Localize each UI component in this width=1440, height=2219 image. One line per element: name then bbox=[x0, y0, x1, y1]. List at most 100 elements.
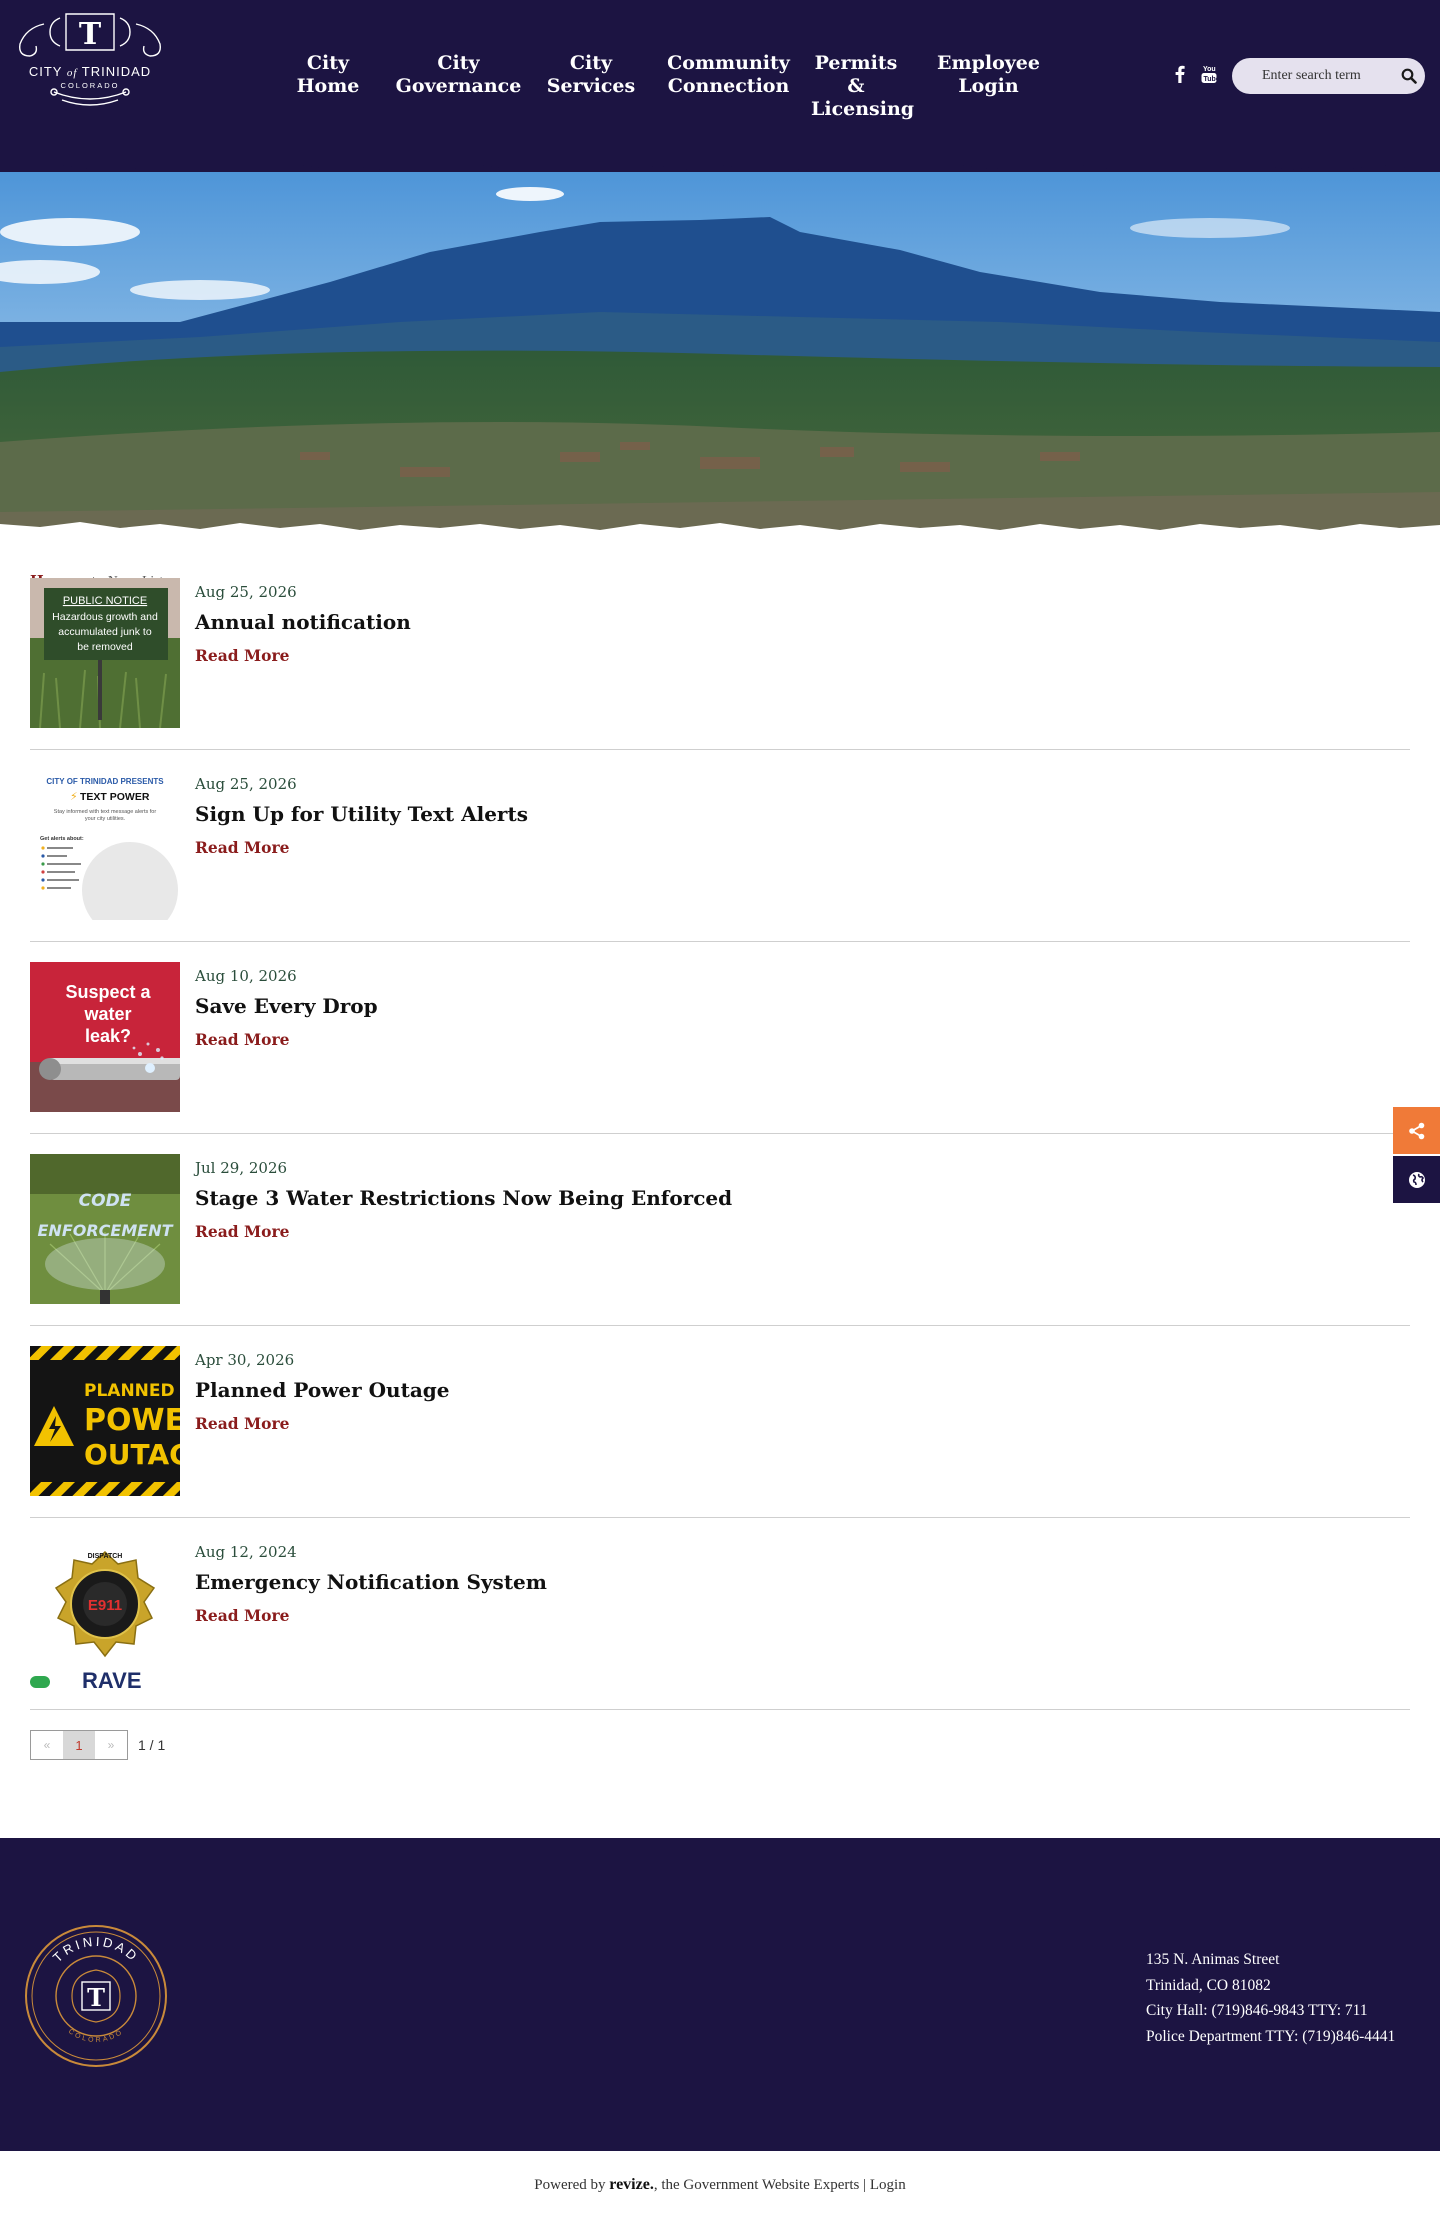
nav-city-services[interactable]: City Services bbox=[536, 52, 646, 121]
pagination-next-button[interactable]: » bbox=[95, 1731, 127, 1759]
news-item: PUBLIC NOTICE Hazardous growth and accum… bbox=[30, 578, 1410, 750]
main-nav: City Home City Governance City Services … bbox=[275, 52, 1076, 121]
svg-text:accumulated junk to: accumulated junk to bbox=[58, 626, 152, 638]
svg-text:PUBLIC NOTICE: PUBLIC NOTICE bbox=[63, 595, 147, 607]
news-title-link[interactable]: Annual notification bbox=[195, 610, 411, 634]
city-hall-phone: City Hall: (719)846-9843 TTY: 711 bbox=[1146, 2002, 1368, 2019]
news-item: DISPATCH E911 RAVE Aug 12, 2024 Emergenc… bbox=[30, 1518, 1410, 1710]
svg-text:leak?: leak? bbox=[85, 1026, 131, 1046]
news-title-link[interactable]: Planned Power Outage bbox=[195, 1378, 450, 1402]
pagination-controls: « 1 » bbox=[30, 1730, 128, 1760]
news-text: Jul 29, 2026 Stage 3 Water Restrictions … bbox=[195, 1158, 732, 1242]
read-more-link[interactable]: Read More bbox=[195, 1222, 290, 1242]
news-list-page: Home News List PUB bbox=[0, 572, 1440, 1760]
water-leak-image[interactable]: Suspect a water leak? bbox=[30, 962, 180, 1112]
svg-text:⚡: ⚡ bbox=[70, 790, 78, 803]
read-more-link[interactable]: Read More bbox=[195, 838, 290, 858]
nav-community-connection[interactable]: Community Connection bbox=[646, 52, 811, 121]
news-date: Aug 12, 2024 bbox=[195, 1543, 297, 1561]
svg-text:E911: E911 bbox=[88, 1597, 122, 1614]
svg-text:your city utilities.: your city utilities. bbox=[85, 816, 126, 822]
dispatch-badge-image[interactable]: DISPATCH E911 RAVE bbox=[30, 1538, 180, 1688]
city-logo[interactable]: T CITY of TRINIDAD COLORADO bbox=[14, 10, 166, 118]
svg-text:CODE: CODE bbox=[79, 1191, 132, 1211]
youtube-icon[interactable]: You Tube bbox=[1199, 62, 1219, 86]
svg-text:CITY of TRINIDAD: CITY of TRINIDAD bbox=[29, 64, 151, 79]
site-footer: T TRINIDAD COLORADO 135 N. Animas Street… bbox=[0, 1838, 1440, 2151]
pagination-prev-button[interactable]: « bbox=[31, 1731, 63, 1759]
news-title-link[interactable]: Sign Up for Utility Text Alerts bbox=[195, 802, 528, 826]
svg-text:ENFORCEMENT: ENFORCEMENT bbox=[38, 1221, 174, 1240]
news-item: PLANNED POWE OUTAG Apr 30, 2026 Planned … bbox=[30, 1326, 1410, 1518]
search-icon[interactable] bbox=[1401, 68, 1417, 84]
address-city: Trinidad, CO 81082 bbox=[1146, 1976, 1271, 1994]
search-box bbox=[1232, 58, 1425, 94]
svg-text:DISPATCH: DISPATCH bbox=[88, 1553, 123, 1560]
svg-text:Stay informed with text messag: Stay informed with text message alerts f… bbox=[54, 809, 157, 815]
text-power-image[interactable]: CITY OF TRINIDAD PRESENTS ⚡ TEXT POWER S… bbox=[30, 770, 180, 920]
hero-banner bbox=[0, 172, 1440, 552]
share-icon bbox=[1408, 1122, 1424, 1139]
powered-by-bar: Powered by revize. , the Government Webs… bbox=[534, 2176, 906, 2194]
svg-text:PLANNED: PLANNED bbox=[84, 1381, 175, 1401]
footer-address: 135 N. Animas Street Trinidad, CO 81082 … bbox=[1146, 1947, 1395, 2049]
translate-button[interactable] bbox=[1393, 1156, 1440, 1203]
revize-link[interactable]: revize. bbox=[609, 2176, 654, 2194]
svg-text:OUTAG: OUTAG bbox=[84, 1438, 180, 1471]
nav-city-home[interactable]: City Home bbox=[275, 52, 381, 121]
share-button[interactable] bbox=[1393, 1107, 1440, 1154]
svg-text:CITY OF TRINIDAD PRESENTS: CITY OF TRINIDAD PRESENTS bbox=[46, 777, 164, 786]
police-phone: Police Department TTY: (719)846-4441 bbox=[1146, 2027, 1396, 2045]
svg-text:TEXT POWER: TEXT POWER bbox=[80, 791, 150, 803]
pagination-page-1[interactable]: 1 bbox=[63, 1731, 95, 1759]
public-notice-image[interactable]: PUBLIC NOTICE Hazardous growth and accum… bbox=[30, 578, 180, 728]
news-text: Apr 30, 2026 Planned Power Outage Read M… bbox=[195, 1350, 450, 1434]
read-more-link[interactable]: Read More bbox=[195, 646, 290, 666]
read-more-link[interactable]: Read More bbox=[195, 1030, 290, 1050]
svg-text:Tube: Tube bbox=[1204, 76, 1218, 83]
news-date: Aug 25, 2026 bbox=[195, 583, 297, 601]
news-list: PUBLIC NOTICE Hazardous growth and accum… bbox=[30, 578, 1410, 1710]
news-date: Aug 10, 2026 bbox=[195, 967, 297, 985]
site-header: T CITY of TRINIDAD COLORADO City Home Ci… bbox=[0, 0, 1440, 172]
news-item: CITY OF TRINIDAD PRESENTS ⚡ TEXT POWER S… bbox=[30, 750, 1410, 942]
code-enforcement-image[interactable]: CODE ENFORCEMENT bbox=[30, 1154, 180, 1304]
read-more-link[interactable]: Read More bbox=[195, 1414, 290, 1434]
globe-icon bbox=[1408, 1171, 1425, 1188]
facebook-icon[interactable] bbox=[1170, 62, 1190, 86]
news-title-link[interactable]: Emergency Notification System bbox=[195, 1570, 547, 1594]
news-item: Suspect a water leak? Aug 10, 2026 Save … bbox=[30, 942, 1410, 1134]
nav-city-governance[interactable]: City Governance bbox=[381, 52, 536, 121]
news-title-link[interactable]: Stage 3 Water Restrictions Now Being Enf… bbox=[195, 1186, 732, 1210]
read-more-link[interactable]: Read More bbox=[195, 1606, 290, 1626]
svg-text:TRINIDAD: TRINIDAD bbox=[50, 1934, 142, 1965]
news-date: Apr 30, 2026 bbox=[195, 1351, 295, 1369]
news-text: Aug 25, 2026 Sign Up for Utility Text Al… bbox=[195, 774, 528, 858]
news-text: Aug 12, 2024 Emergency Notification Syst… bbox=[195, 1542, 547, 1626]
pagination: « 1 » 1 / 1 bbox=[30, 1730, 1410, 1760]
news-item: CODE ENFORCEMENT Jul 29, 2026 Stage 3 Wa… bbox=[30, 1134, 1410, 1326]
svg-text:POWE: POWE bbox=[84, 1403, 180, 1438]
svg-text:Get alerts about:: Get alerts about: bbox=[40, 836, 84, 842]
svg-text:Suspect a: Suspect a bbox=[65, 982, 151, 1002]
svg-text:water: water bbox=[83, 1004, 131, 1024]
news-date: Aug 25, 2026 bbox=[195, 775, 297, 793]
news-title-link[interactable]: Save Every Drop bbox=[195, 994, 378, 1018]
svg-text:You: You bbox=[1203, 66, 1216, 73]
search-input[interactable] bbox=[1262, 66, 1400, 86]
pagination-count: 1 / 1 bbox=[138, 1737, 166, 1753]
power-outage-image[interactable]: PLANNED POWE OUTAG bbox=[30, 1346, 180, 1496]
svg-text:Hazardous growth and: Hazardous growth and bbox=[52, 611, 158, 623]
news-text: Aug 10, 2026 Save Every Drop Read More bbox=[195, 966, 378, 1050]
torn-edge-decoration bbox=[0, 154, 1440, 171]
svg-text:be removed: be removed bbox=[77, 641, 133, 653]
nav-permits-licensing[interactable]: Permits & Licensing bbox=[811, 52, 914, 121]
nav-employee-login[interactable]: Employee Login bbox=[901, 52, 1076, 121]
news-text: Aug 25, 2026 Annual notification Read Mo… bbox=[195, 582, 411, 666]
footer-login-link[interactable]: Login bbox=[870, 2177, 906, 2194]
svg-text:T: T bbox=[79, 17, 102, 52]
address-street: 135 N. Animas Street bbox=[1146, 1951, 1280, 1968]
city-seal-logo[interactable]: T TRINIDAD COLORADO bbox=[24, 1924, 169, 2069]
news-date: Jul 29, 2026 bbox=[195, 1159, 288, 1177]
svg-text:RAVE: RAVE bbox=[82, 1668, 142, 1688]
